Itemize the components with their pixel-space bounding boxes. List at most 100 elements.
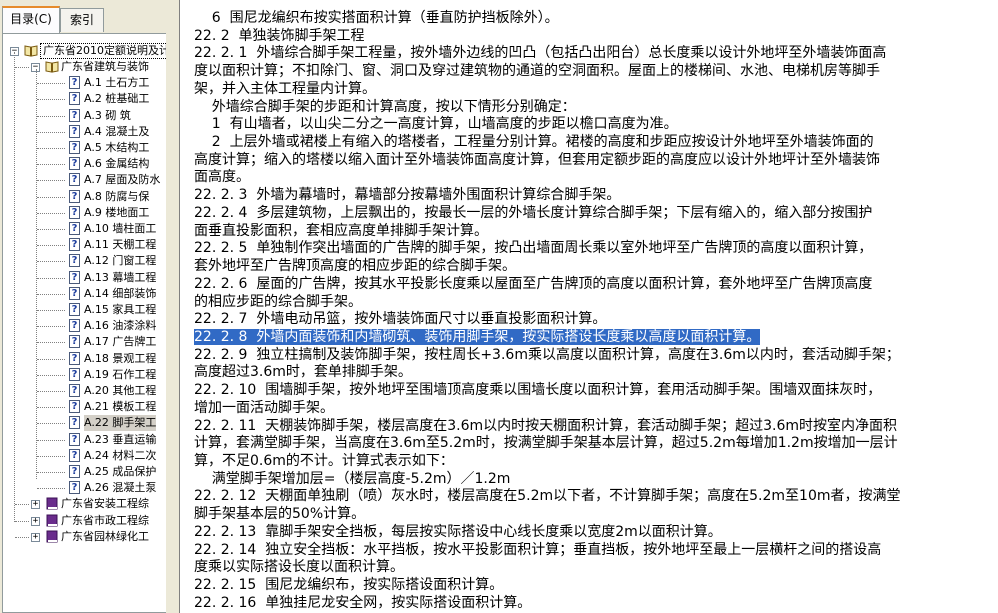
tree-guide-line (14, 52, 15, 522)
expand-icon[interactable]: + (31, 500, 40, 509)
tree-node-label: A.19 石作工程 (84, 368, 157, 381)
help-topic-icon: ? (69, 449, 80, 462)
tree-guide-line (37, 261, 65, 262)
content-line: 22. 2. 3 外墙为幕墙时，幕墙部分按幕墙外围面积计算综合脚手架。 (194, 187, 621, 203)
help-topic-icon: ? (69, 190, 80, 203)
content-line: 计算，套满堂脚手架，当高度在3.6m至5.2m时，按满堂脚手架基本层计算，超过5… (194, 435, 898, 451)
tree-guide-line (37, 359, 65, 360)
content-line: 1 有山墙者，以山尖二分之一高度计算，山墙高度的步距以檐口高度为准。 (194, 116, 678, 132)
tree-node-label: A.24 材料二次 (84, 449, 157, 462)
content-line: 增加一面活动脚手架。 (194, 400, 334, 416)
content-line: 面垂直投影面积，套相应高度单排脚手架计算。 (194, 223, 488, 239)
content-line: 22. 2. 6 屋面的广告牌，按其水平投影长度乘以屋面至广告牌顶的高度以面积计… (194, 276, 873, 292)
content-line: 算，不足0.6m的不计。计算式表示如下： (194, 453, 454, 469)
navigation-pane: 目录(C) 索引(N) − 广东省2010定额说明及计算规则 −广东省建筑与装饰… (0, 0, 166, 613)
tree-node-label: A.8 防腐与保 (84, 190, 150, 203)
content-line: 22. 2. 11 天棚装饰脚手架，楼层高度在3.6m以内时按天棚面积计算，套活… (194, 418, 898, 434)
content-line: 面高度。 (194, 169, 250, 185)
content-line: 高度计算；缩入的塔楼以缩入面计至外墙装饰面高度计算，但套用定额步距的高度应以设计… (194, 152, 880, 168)
tree-guide-line (37, 116, 65, 117)
tree-node-label: A.20 其他工程 (84, 384, 157, 397)
help-topic-icon: ? (69, 416, 80, 429)
tree-guide-line (37, 83, 65, 84)
content-line: 22. 2. 10 围墙脚手架，按外地坪至围墙顶高度乘以围墙长度以面积计算，套用… (194, 382, 882, 398)
tree-guide-line (37, 423, 65, 424)
tree-guide-line (37, 310, 65, 311)
tree-node-label: A.18 景观工程 (84, 352, 157, 365)
tree-guide-line (37, 245, 65, 246)
tree-node-label: A.4 混凝土及 (84, 125, 150, 138)
help-topic-icon: ? (69, 335, 80, 348)
tab-contents[interactable]: 目录(C) (2, 6, 60, 33)
tree-node-label: A.10 墙柱面工 (84, 222, 157, 235)
content-line: 22. 2. 5 单独制作突出墙面的广告牌的脚手架，按凸出墙面周长乘以室外地坪至… (194, 240, 873, 256)
help-topic-icon: ? (69, 254, 80, 267)
tree-node-label: A.2 桩基础工 (84, 92, 150, 105)
tree-guide-line (37, 375, 65, 376)
tree-node-label: A.9 楼地面工 (84, 206, 150, 219)
content-line: 22. 2. 14 独立安全挡板：水平挡板，按水平投影面积计算；垂直挡板，按外地… (194, 542, 882, 558)
expand-icon[interactable]: + (31, 533, 40, 542)
help-topic-icon: ? (69, 76, 80, 89)
content-line: 22. 2. 16 单独挂尼龙安全网，按实际搭设面积计算。 (194, 595, 532, 611)
content-line: 22. 2. 7 外墙电动吊篮，按外墙装饰面尺寸以垂直投影面积计算。 (194, 311, 607, 327)
content-line: 脚手架基本层的50%计算。 (194, 506, 366, 522)
tree-node-label: A.13 幕墙工程 (84, 271, 157, 284)
tree-guide-line (37, 180, 65, 181)
help-topic-icon: ? (69, 319, 80, 332)
tree-node-label: A.26 混凝土泵 (84, 481, 157, 494)
pane-splitter[interactable] (166, 0, 180, 613)
help-topic-icon: ? (69, 384, 80, 397)
tree-guide-line (37, 440, 65, 441)
tree-guide-line (37, 342, 65, 343)
closed-book-icon (46, 514, 58, 527)
content-line: 22. 2. 1 外墙综合脚手架工程量，按外墙外边线的凹凸（包括凸出阳台）总长度… (194, 45, 887, 61)
content-line: 22. 2. 12 天棚面单独刷（喷）灰水时，楼层高度在5.2m以下者，不计算脚… (194, 488, 901, 504)
tree-node-label: A.15 家具工程 (84, 303, 157, 316)
help-topic-icon: ? (69, 109, 80, 122)
content-line: 满堂脚手架增加层=（楼层高度-5.2m）／1.2m (194, 471, 511, 487)
tree-node-label: A.7 屋面及防水 (84, 173, 161, 186)
tree-node-label: 广东省市政工程综 (61, 514, 149, 527)
tree-node-label: A.14 细部装饰 (84, 287, 157, 300)
tree-node-label: 广东省建筑与装饰 (61, 60, 149, 73)
tree-node-label: A.23 垂直运输 (84, 433, 157, 446)
tree-guide-line (37, 488, 65, 489)
selected-text-line: 22. 2. 8 外墙内面装饰和内墙砌筑、装饰用脚手架，按实际搭设长度乘以高度以… (194, 328, 761, 346)
content-line: 22. 2. 4 多层建筑物，上层飘出的，按最长一层的外墙长度计算综合脚手架；下… (194, 205, 873, 221)
content-line: 2 上层外墙或裙楼上有缩入的塔楼者，工程量分别计算。裙楼的高度和步距应按设计外地… (194, 134, 874, 150)
tree-node-label: A.1 土石方工 (84, 76, 150, 89)
tree-guide-line (15, 504, 29, 505)
content-line: 6 围尼龙编织布按实搭面积计算（垂直防护挡板除外）。 (194, 10, 559, 26)
content-line: 22. 2. 9 独立柱搞制及装饰脚手架，按柱周长+3.6m乘以高度以面积计算，… (194, 347, 900, 363)
content-line: 架，并入主体工程量内计算。 (194, 81, 376, 97)
tree-node-label: A.6 金属结构 (84, 157, 150, 170)
closed-book-icon (46, 497, 58, 510)
help-topic-icon: ? (69, 481, 80, 494)
tree-node-label: A.3 砌 筑 (84, 109, 131, 122)
tree-node-label: A.12 门窗工程 (84, 254, 157, 267)
tree-node-label: A.17 广告牌工 (84, 335, 157, 348)
tree-guide-line (37, 456, 65, 457)
tree-node-label: A.11 天棚工程 (84, 238, 157, 251)
tab-index[interactable]: 索引(N) (60, 8, 104, 49)
expand-icon[interactable]: + (31, 517, 40, 526)
help-topic-icon: ? (69, 173, 80, 186)
tree-guide-line (37, 294, 65, 295)
tree-root-label: 广东省2010定额说明及计算规则 (40, 43, 166, 59)
help-topic-icon: ? (69, 287, 80, 300)
content-line: 的相应步距的综合脚手架。 (194, 294, 362, 310)
tree-root-node[interactable]: − 广东省2010定额说明及计算规则 (10, 43, 166, 59)
open-book-icon (45, 61, 59, 73)
content-line: 套外地坪至广告牌顶高度的相应步距的综合脚手架。 (194, 258, 516, 274)
open-book-icon (24, 45, 38, 57)
help-topic-icon: ? (69, 271, 80, 284)
content-line: 度乘以实际搭设长度以面积计算。 (194, 559, 404, 575)
content-line: 22. 2 单独装饰脚手架工程 (194, 28, 365, 44)
help-topic-icon: ? (69, 465, 80, 478)
tree-guide-line (36, 69, 37, 479)
content-line: 22. 2. 13 靠脚手架安全挡板，每层按实际搭设中心线长度乘以宽度2m以面积… (194, 524, 722, 540)
closed-book-icon (46, 530, 58, 543)
contents-tree: − 广东省2010定额说明及计算规则 −广东省建筑与装饰?A.1 土石方工?A.… (2, 33, 166, 613)
tree-guide-line (15, 537, 29, 538)
